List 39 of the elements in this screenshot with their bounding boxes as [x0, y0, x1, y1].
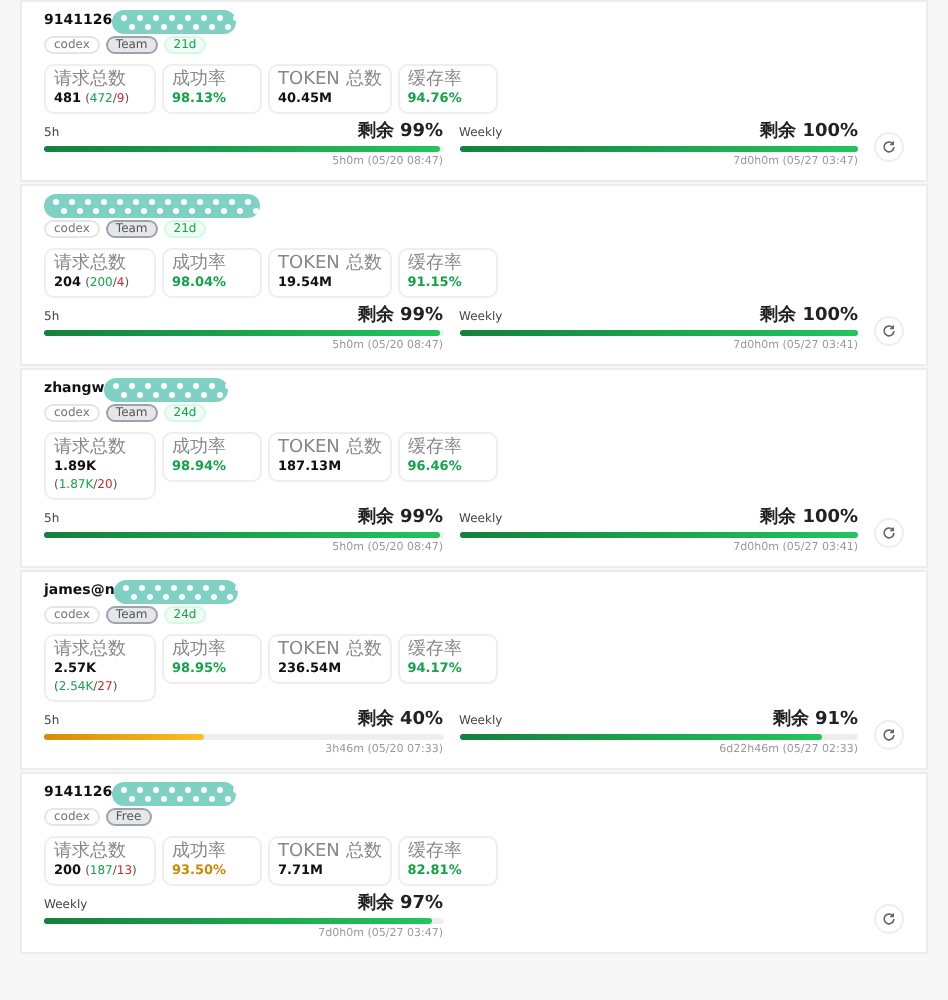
quota-remaining: 剩余 100%	[760, 508, 858, 528]
stat-label: 缓存率	[407, 842, 464, 862]
stat-label: TOKEN 总数	[278, 640, 382, 660]
refresh-icon	[882, 323, 896, 337]
stat-label: 缓存率	[407, 640, 464, 660]
stat-label: 请求总数	[54, 438, 128, 458]
stat-label: 成功率	[172, 70, 228, 90]
quota-remaining: 剩余 100%	[760, 306, 858, 326]
stat-label: TOKEN 总数	[278, 254, 382, 274]
quota-remaining: 剩余 99%	[357, 122, 443, 142]
quota-remaining: 剩余 99%	[357, 508, 443, 528]
stat-label: 成功率	[172, 438, 228, 458]
refresh-icon	[882, 525, 896, 539]
stat-label: 缓存率	[407, 254, 464, 274]
stat-label: 请求总数	[54, 254, 128, 274]
refresh-icon	[882, 727, 896, 741]
stat-label: 请求总数	[54, 70, 128, 90]
stat-label: 缓存率	[407, 438, 464, 458]
stat-label: 成功率	[172, 640, 228, 660]
refresh-button[interactable]	[874, 517, 904, 547]
refresh-button[interactable]	[874, 719, 904, 749]
quota-remaining: 剩余 97%	[357, 894, 443, 914]
refresh-icon	[882, 139, 896, 153]
stat-label: TOKEN 总数	[278, 438, 382, 458]
stat-label: TOKEN 总数	[278, 842, 382, 862]
refresh-button[interactable]	[874, 315, 904, 345]
stat-label: 成功率	[172, 842, 228, 862]
quota-remaining: 剩余 99%	[357, 306, 443, 326]
stat-label: 请求总数	[54, 640, 128, 660]
refresh-button[interactable]	[874, 903, 904, 933]
quota-remaining: 剩余 40%	[357, 710, 443, 730]
quota-remaining: 剩余 100%	[760, 122, 858, 142]
refresh-icon	[882, 911, 896, 925]
stat-label: 缓存率	[407, 70, 464, 90]
stat-label: 成功率	[172, 254, 228, 274]
stat-label: TOKEN 总数	[278, 70, 382, 90]
quota-remaining: 剩余 91%	[772, 710, 858, 730]
stat-label: 请求总数	[54, 842, 128, 862]
refresh-button[interactable]	[874, 131, 904, 161]
